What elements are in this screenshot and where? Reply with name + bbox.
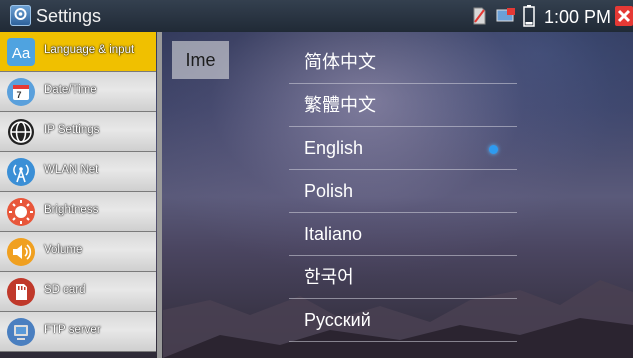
language-option-english[interactable]: English bbox=[289, 127, 517, 170]
svg-text:7: 7 bbox=[16, 90, 21, 100]
language-label: 한국어 bbox=[304, 267, 354, 287]
svg-text:Aa: Aa bbox=[12, 45, 31, 62]
language-option-russian[interactable]: Русский bbox=[289, 299, 517, 342]
settings-app-icon bbox=[10, 5, 31, 26]
brightness-icon bbox=[6, 197, 36, 227]
sidebar-item-label: FTP server bbox=[44, 324, 101, 336]
sd-card-icon bbox=[6, 277, 36, 307]
language-label: Italiano bbox=[304, 224, 363, 244]
battery-icon bbox=[523, 5, 535, 32]
sidebar-item-label: SD card bbox=[44, 284, 86, 296]
sidebar-item-wlan-net[interactable]: WLAN Net bbox=[0, 152, 156, 192]
language-label: English bbox=[304, 138, 364, 158]
sidebar-item-sd-card[interactable]: SD card bbox=[0, 272, 156, 312]
language-option-traditional-chinese[interactable]: 繁體中文 bbox=[289, 84, 517, 127]
sd-card-icon bbox=[472, 7, 486, 30]
settings-sidebar: Aa Language & input 7 Date/Time IP Setti… bbox=[0, 32, 163, 358]
language-option-korean[interactable]: 한국어 bbox=[289, 256, 517, 299]
sidebar-item-date-time[interactable]: 7 Date/Time bbox=[0, 72, 156, 112]
language-option-polish[interactable]: Polish bbox=[289, 170, 517, 213]
sidebar-item-label: IP Settings bbox=[44, 124, 100, 136]
sidebar-item-language-input[interactable]: Aa Language & input bbox=[0, 32, 156, 72]
sidebar-scrollbar[interactable] bbox=[157, 32, 162, 358]
sidebar-item-label: Language & input bbox=[44, 44, 135, 56]
sidebar-item-label: WLAN Net bbox=[44, 164, 99, 176]
language-label: 简体中文 bbox=[304, 52, 376, 72]
language-label: Polish bbox=[304, 181, 354, 201]
calendar-icon: 7 bbox=[6, 77, 36, 107]
language-option-italian[interactable]: Italiano bbox=[289, 213, 517, 256]
sidebar-item-brightness[interactable]: Brightness bbox=[0, 192, 156, 232]
screen-icon bbox=[496, 7, 516, 30]
ime-button[interactable]: Ime bbox=[172, 41, 229, 79]
wifi-antenna-icon bbox=[6, 157, 36, 187]
status-bar: Settings 1:00 PM bbox=[0, 0, 633, 32]
sidebar-item-ftp-server[interactable]: FTP server bbox=[0, 312, 156, 352]
app-title: Settings bbox=[36, 6, 102, 26]
divider bbox=[289, 341, 517, 342]
clock: 1:00 PM bbox=[544, 7, 612, 27]
sidebar-item-ip-settings[interactable]: IP Settings bbox=[0, 112, 156, 152]
sidebar-item-label: Date/Time bbox=[44, 84, 97, 96]
sidebar-item-label: Brightness bbox=[44, 204, 99, 216]
close-icon[interactable] bbox=[615, 6, 633, 31]
language-icon: Aa bbox=[7, 38, 35, 66]
language-label: 繁體中文 bbox=[304, 95, 376, 115]
language-label: Русский bbox=[304, 310, 371, 330]
speaker-icon bbox=[6, 237, 36, 267]
sidebar-item-volume[interactable]: Volume bbox=[0, 232, 156, 272]
sidebar-item-label: Volume bbox=[44, 244, 83, 256]
language-option-simplified-chinese[interactable]: 简体中文 bbox=[289, 41, 517, 84]
globe-icon bbox=[6, 117, 36, 147]
selected-indicator-icon bbox=[489, 145, 498, 154]
ftp-server-icon bbox=[6, 317, 36, 347]
